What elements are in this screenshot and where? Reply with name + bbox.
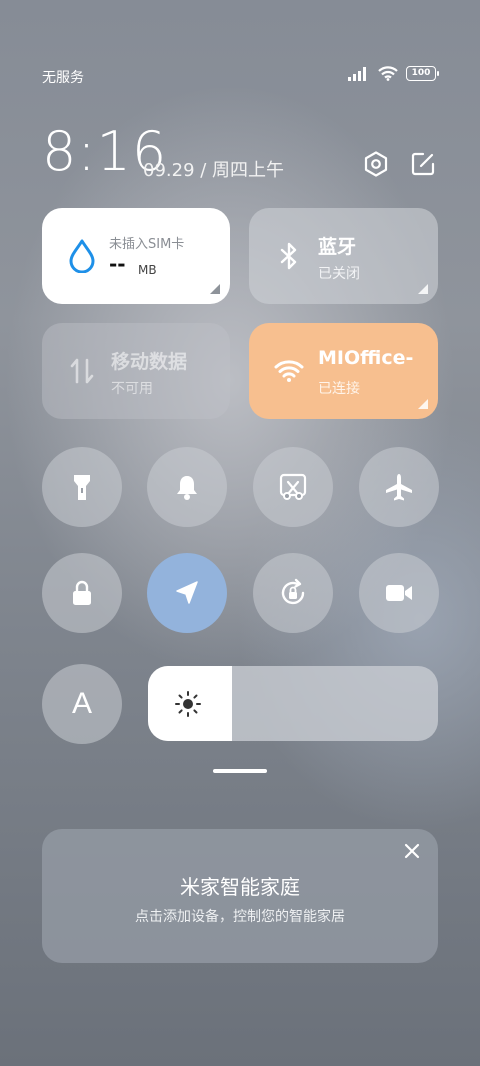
location-arrow-icon: [176, 581, 198, 604]
mobile-data-icon: [64, 353, 100, 389]
smart-home-title: 米家智能家庭: [180, 875, 300, 899]
drag-handle[interactable]: [213, 769, 267, 773]
close-icon: [404, 843, 420, 859]
bluetooth-icon: [271, 238, 307, 274]
data-usage-value: --: [109, 252, 126, 276]
screenshot-toggle[interactable]: [253, 447, 333, 527]
sun-icon: [175, 691, 201, 717]
mobile-data-status: 不可用: [111, 381, 153, 397]
wifi-status-icon: [378, 66, 398, 81]
expand-corner-icon: [210, 284, 220, 294]
bluetooth-status: 已关闭: [318, 266, 360, 282]
edit-icon: [411, 152, 435, 176]
edit-button[interactable]: [409, 150, 437, 178]
flashlight-toggle[interactable]: [42, 447, 122, 527]
date-label: 09.29 / 周四上午: [143, 160, 285, 181]
expand-corner-icon: [418, 284, 428, 294]
settings-button[interactable]: [362, 150, 390, 178]
sound-toggle[interactable]: [147, 447, 227, 527]
airplane-mode-toggle[interactable]: [359, 447, 439, 527]
location-toggle[interactable]: [147, 553, 227, 633]
bell-icon: [177, 476, 197, 500]
auto-brightness-label: A: [71, 687, 92, 720]
screen-record-toggle[interactable]: [359, 553, 439, 633]
status-icons: 100: [348, 66, 439, 81]
bluetooth-tile[interactable]: 蓝牙 已关闭: [249, 208, 438, 304]
battery-icon: 100: [406, 66, 439, 81]
data-usage-unit: MB: [138, 263, 157, 277]
wifi-icon: [271, 353, 307, 389]
settings-icon: [364, 151, 388, 177]
rotation-lock-icon: [281, 578, 305, 605]
status-bar: 无服务 100: [42, 64, 439, 88]
airplane-icon: [386, 474, 412, 501]
brightness-slider[interactable]: [148, 666, 438, 741]
data-usage-tile[interactable]: 未插入SIM卡 -- MB: [42, 208, 230, 304]
carrier-label: 无服务: [42, 70, 84, 86]
mobile-data-title: 移动数据: [111, 351, 188, 373]
close-button[interactable]: [402, 841, 422, 861]
auto-brightness-toggle[interactable]: A: [42, 664, 122, 744]
smart-home-card[interactable]: 米家智能家庭 点击添加设备，控制您的智能家居: [42, 829, 438, 963]
expand-corner-icon: [418, 399, 428, 409]
sim-status-label: 未插入SIM卡: [109, 237, 185, 252]
water-drop-icon: [64, 238, 100, 274]
scissors-icon: [279, 473, 307, 500]
smart-home-subtitle: 点击添加设备，控制您的智能家居: [135, 909, 345, 925]
rotation-lock-toggle[interactable]: [253, 553, 333, 633]
wifi-tile[interactable]: MIOffice- 已连接: [249, 323, 438, 419]
wifi-network-name: MIOffice-: [318, 347, 414, 369]
mobile-data-tile[interactable]: 移动数据 不可用: [42, 323, 230, 419]
signal-icon: [348, 66, 366, 81]
flashlight-icon: [74, 475, 90, 500]
video-camera-icon: [386, 585, 412, 601]
lock-icon: [73, 580, 91, 605]
bluetooth-title: 蓝牙: [318, 236, 357, 258]
wifi-status: 已连接: [318, 381, 360, 397]
lock-screen-toggle[interactable]: [42, 553, 122, 633]
